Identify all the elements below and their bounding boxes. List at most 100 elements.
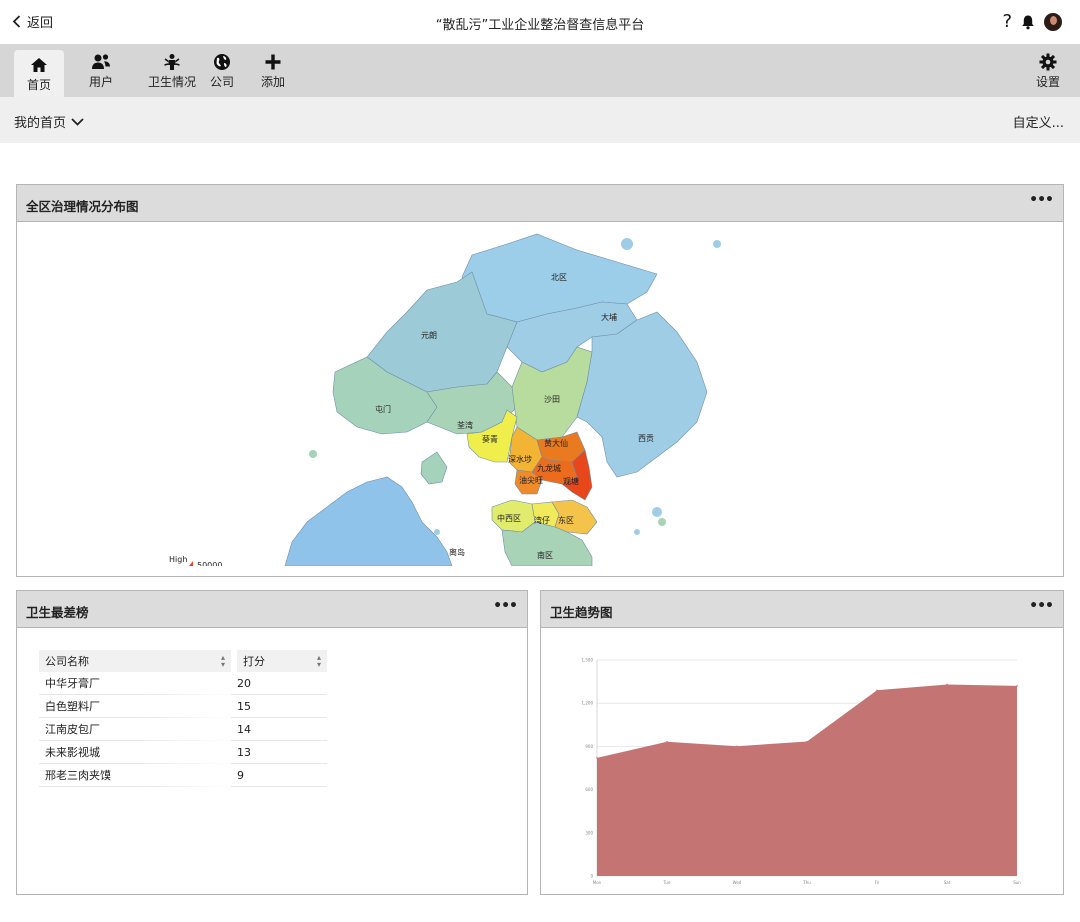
table-row[interactable]: 中华牙膏厂 20 — [39, 672, 327, 695]
x-tick-label: Thu — [802, 880, 811, 885]
settings-button[interactable]: 设置 — [1028, 44, 1068, 97]
y-tick-label: 1,500 — [582, 658, 594, 663]
map-label-wanchai: 湾仔 — [534, 515, 550, 525]
company-cell: 江南皮包厂 — [39, 718, 231, 741]
more-icon[interactable]: ••• — [1029, 193, 1054, 207]
map-label-tuenmun: 屯门 — [375, 404, 391, 414]
x-tick-label: Sun — [1013, 880, 1021, 885]
map-region-islands — [284, 476, 453, 566]
help-icon[interactable]: ? — [1002, 12, 1012, 32]
chevron-down-icon — [71, 117, 84, 126]
company-cell: 白色塑料厂 — [39, 695, 231, 718]
map-panel: 全区治理情况分布图 ••• 北区 大埔 元朗 屯门 沙田 荃湾 葵青 黄大仙 深… — [16, 184, 1064, 577]
app-title: “散乱污”工业企业整治督查信息平台 — [435, 18, 645, 33]
legend-marker — [189, 561, 193, 566]
legend-high: High — [169, 555, 187, 564]
data-point — [596, 757, 598, 759]
main-toolbar: 首页 用户 卫生情况 公司 添加 设置 — [0, 44, 1080, 97]
y-tick-label: 300 — [585, 830, 593, 835]
data-point — [946, 683, 948, 686]
more-icon[interactable]: ••• — [1029, 599, 1054, 613]
data-point — [1016, 685, 1018, 687]
hygiene-icon — [163, 51, 181, 73]
tab-home[interactable]: 首页 — [14, 50, 64, 97]
tab-home-label: 首页 — [26, 78, 51, 92]
map-label-islands: 离岛 — [449, 547, 465, 557]
column-header-score[interactable]: 打分 ▴ ▾ — [231, 650, 327, 672]
avatar[interactable] — [1044, 13, 1062, 31]
company-cell: 未来影视城 — [39, 741, 231, 764]
table-row[interactable]: 白色塑料厂 15 — [39, 695, 327, 718]
map-region-islands-east — [420, 451, 448, 485]
data-point — [806, 740, 808, 743]
chart-area-series — [596, 683, 1018, 876]
x-tick-label: Mon — [593, 880, 602, 885]
company-cell: 中华牙膏厂 — [39, 672, 231, 695]
map-label-tsuenwan: 荃湾 — [457, 420, 473, 430]
settings-label: 设置 — [1035, 75, 1060, 89]
sort-icon[interactable]: ▴ ▾ — [221, 654, 225, 669]
map-region-saikung — [576, 311, 708, 478]
x-tick-label: Wed — [733, 880, 742, 885]
area-series — [597, 684, 1017, 876]
score-cell: 13 — [231, 741, 327, 764]
table-row[interactable]: 邢老三肉夹馍 9 — [39, 764, 327, 787]
column-header-company[interactable]: 公司名称 ▴ ▾ — [39, 650, 231, 672]
tab-users[interactable]: 用户 — [78, 44, 124, 97]
tab-users-label: 用户 — [88, 75, 113, 89]
data-point — [876, 689, 878, 692]
map-label-yautsimmong: 油尖旺 — [519, 475, 543, 485]
y-tick-label: 1,200 — [582, 701, 594, 706]
rank-panel: 卫生最差榜 ••• 公司名称 ▴ ▾ 打分 ▴ ▾ 中华牙膏厂 20 白色塑料厂… — [16, 590, 528, 895]
tab-hygiene[interactable]: 卫生情况 — [144, 44, 200, 97]
top-bar: 返回 “散乱污”工业企业整治督查信息平台 ? — [0, 0, 1080, 44]
company-cell: 邢老三肉夹馍 — [39, 764, 231, 787]
map-label-saikung: 西贡 — [638, 434, 654, 443]
trend-chart: 0 300 600 900 1,200 1,500 Mon Tue Wed Thu Fri Sat Su… — [582, 658, 1022, 886]
district-map: 北区 大埔 元朗 屯门 沙田 荃湾 葵青 黄大仙 深水埗 九龙城 油尖旺 观塘 … — [169, 233, 721, 566]
map-label-wongtaisin: 黄大仙 — [544, 438, 568, 448]
x-tick-label: Sat — [944, 880, 951, 885]
tab-company[interactable]: 公司 — [203, 44, 241, 97]
map-label-shatin: 沙田 — [544, 395, 560, 404]
map-label-kwuntong: 观塘 — [563, 476, 579, 486]
plus-icon — [264, 51, 282, 73]
dashboard-bar: 我的首页 自定义... — [0, 97, 1080, 143]
score-cell: 14 — [231, 718, 327, 741]
legend-value: 50000 — [197, 561, 222, 566]
more-icon[interactable]: ••• — [493, 599, 518, 613]
home-icon — [30, 54, 48, 76]
x-tick-label: Fri — [875, 880, 880, 885]
map-panel-title: 全区治理情况分布图 — [26, 199, 139, 214]
rank-panel-title: 卫生最差榜 — [26, 605, 89, 620]
score-cell: 20 — [231, 672, 327, 695]
bell-icon[interactable] — [1020, 14, 1036, 30]
map-label-yuenlong: 元朗 — [421, 330, 437, 340]
y-tick-label: 900 — [585, 744, 593, 749]
tab-hygiene-label: 卫生情况 — [147, 75, 196, 89]
y-tick-label: 0 — [590, 874, 593, 879]
dashboard-selector-label: 我的首页 — [14, 116, 67, 131]
tab-add[interactable]: 添加 — [254, 44, 292, 97]
gear-icon — [1039, 51, 1057, 73]
map-label-shamshuipo: 深水埗 — [508, 454, 532, 464]
sort-icon[interactable]: ▴ ▾ — [317, 654, 321, 669]
data-point — [666, 740, 668, 743]
x-tick-label: Tue — [663, 880, 671, 885]
trend-panel-title: 卫生趋势图 — [550, 605, 613, 620]
map-label-kwaitsing: 葵青 — [482, 434, 498, 444]
map-label-taipo: 大埔 — [601, 312, 617, 322]
table-row[interactable]: 江南皮包厂 14 — [39, 718, 327, 741]
trend-panel: 卫生趋势图 ••• 0 300 600 900 1,200 1,500 Mon Tue Wed T… — [540, 590, 1064, 895]
score-cell: 9 — [231, 764, 327, 787]
data-point — [736, 745, 738, 748]
table-row[interactable]: 未来影视城 13 — [39, 741, 327, 764]
map-label-centralwestern: 中西区 — [497, 513, 521, 523]
globe-icon — [213, 51, 231, 73]
customize-link[interactable]: 自定义... — [1013, 112, 1064, 131]
map-label-north: 北区 — [551, 273, 567, 282]
dashboard-selector[interactable]: 我的首页 — [14, 112, 84, 131]
map-label-kowlooncity: 九龙城 — [537, 463, 561, 473]
trend-panel-header: 卫生趋势图 ••• — [541, 591, 1063, 628]
y-tick-label: 600 — [585, 787, 593, 792]
